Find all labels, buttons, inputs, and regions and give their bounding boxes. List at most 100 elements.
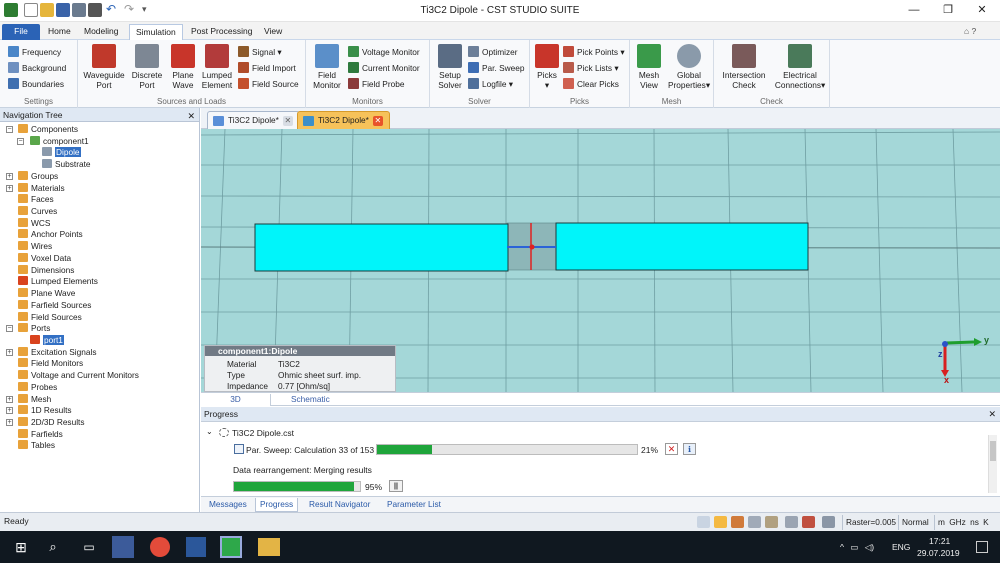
tree-item-dimensions[interactable]: Dimensions	[18, 264, 74, 277]
tray-icons[interactable]: ^ ▭ ◁)	[840, 542, 874, 553]
tree-item-excitation-signals[interactable]: Excitation Signals	[18, 346, 97, 359]
boundaries-button[interactable]: Boundaries	[8, 77, 64, 91]
cube-icon[interactable]	[822, 516, 835, 528]
pick-lists-button[interactable]: Pick Lists ▾	[563, 61, 619, 75]
signal-button[interactable]: Signal ▾	[238, 45, 282, 59]
expand-icon[interactable]: −	[6, 325, 13, 333]
field-source-button[interactable]: Field Source	[238, 77, 299, 91]
tree-item-2d3d-results[interactable]: 2D/3D Results	[18, 417, 85, 429]
expand-icon[interactable]: −	[6, 126, 13, 133]
tab-messages[interactable]: Messages	[205, 498, 251, 512]
save-app-icon[interactable]	[112, 536, 134, 558]
tab-view[interactable]: View	[258, 24, 288, 40]
notifications-icon[interactable]	[976, 541, 988, 553]
tree-item-farfield-sources[interactable]: Farfield Sources	[18, 299, 91, 312]
tree-item-farfields[interactable]: Farfields	[18, 428, 63, 441]
tray-date[interactable]: 29.07.2019	[917, 548, 960, 558]
picks-button[interactable]: Picks ▾	[534, 44, 560, 90]
tree-item-voxel-data[interactable]: Voxel Data	[18, 252, 71, 265]
scrollbar-thumb[interactable]	[990, 441, 996, 461]
tree-item-dipole[interactable]: Dipole	[42, 147, 81, 159]
windows-start-icon[interactable]: ⊞	[8, 535, 34, 559]
tree-item-field-monitors[interactable]: Field Monitors	[18, 358, 83, 370]
tree-item-groups[interactable]: Groups	[18, 170, 58, 183]
field-import-button[interactable]: Field Import	[238, 61, 296, 75]
tree-item-component1[interactable]: component1	[30, 135, 89, 148]
discrete-port-button[interactable]: Discrete Port	[128, 44, 166, 90]
tree-item-curves[interactable]: Curves	[18, 206, 57, 218]
tree-item-anchor-points[interactable]: Anchor Points	[18, 229, 83, 241]
optimizer-button[interactable]: Optimizer	[468, 45, 518, 59]
file-explorer-icon[interactable]	[258, 538, 280, 556]
tab-3d[interactable]: 3D	[201, 394, 271, 406]
setup-solver-button[interactable]: Setup Solver	[434, 44, 466, 90]
mesh-view-button[interactable]: Mesh View	[634, 44, 664, 90]
tray-language[interactable]: ENG	[892, 542, 910, 552]
tree-item-probes[interactable]: Probes	[18, 381, 57, 394]
close-icon[interactable]: ✕	[988, 407, 996, 422]
tab-modeling[interactable]: Modeling	[78, 24, 125, 40]
background-button[interactable]: Background	[8, 61, 66, 75]
abort-icon[interactable]: ✕	[665, 443, 678, 455]
pick-points-button[interactable]: Pick Points ▾	[563, 45, 625, 59]
logfile-button[interactable]: Logfile ▾	[468, 77, 513, 91]
field-probe-button[interactable]: Field Probe	[348, 77, 404, 91]
waveguide-port-button[interactable]: Waveguide Port	[82, 44, 126, 90]
close-icon[interactable]: ✕	[187, 109, 195, 123]
tree-item-1d-results[interactable]: 1D Results	[18, 405, 72, 417]
doc-tab-1[interactable]: Ti3C2 Dipole* ✕	[207, 111, 300, 129]
expand-icon[interactable]: −	[17, 137, 24, 145]
lumped-element-button[interactable]: Lumped Element	[199, 44, 235, 90]
cst-app-icon[interactable]	[220, 536, 242, 558]
close-icon[interactable]: ✕	[372, 116, 383, 126]
clear-picks-button[interactable]: Clear Picks	[563, 77, 619, 91]
field-monitor-button[interactable]: Field Monitor	[310, 44, 344, 90]
tray-time[interactable]: 17:21	[929, 536, 950, 546]
tab-result-navigator[interactable]: Result Navigator	[305, 498, 374, 512]
tab-schematic[interactable]: Schematic	[291, 394, 330, 406]
expand-icon[interactable]: +	[6, 407, 13, 415]
tree-item-ports[interactable]: Ports	[18, 323, 50, 335]
global-properties-button[interactable]: Global Properties▾	[666, 44, 712, 90]
restore-button[interactable]: ❐	[938, 2, 958, 18]
search-icon[interactable]: ⌕	[40, 535, 66, 559]
pan-icon[interactable]	[785, 516, 798, 528]
info-icon[interactable]: ℹ	[683, 443, 696, 455]
rotate-icon[interactable]	[765, 516, 778, 528]
tree-item-plane-wave[interactable]: Plane Wave	[18, 288, 75, 300]
view-icon[interactable]	[731, 516, 744, 528]
tab-file[interactable]: File	[2, 24, 40, 40]
expand-icon[interactable]: +	[6, 395, 13, 403]
expand-icon[interactable]: +	[6, 419, 13, 426]
word-icon[interactable]	[186, 537, 206, 557]
zoom-fit-icon[interactable]	[748, 516, 761, 528]
chrome-icon[interactable]	[150, 537, 170, 557]
select-icon[interactable]	[714, 516, 727, 528]
intersection-check-button[interactable]: Intersection Check	[718, 44, 770, 90]
tab-post-processing[interactable]: Post Processing	[185, 24, 258, 40]
help-icon[interactable]: ⌂ ?	[958, 24, 982, 40]
collapse-chevron-icon[interactable]: ⌄	[206, 427, 213, 436]
tree-item-lumped-elements[interactable]: Lumped Elements	[18, 276, 98, 288]
current-monitor-button[interactable]: Current Monitor	[348, 61, 420, 75]
close-icon[interactable]: ✕	[282, 116, 293, 126]
3d-viewport[interactable]: y z x component1:Dipole Material Ti3C2 T…	[201, 129, 1000, 392]
tab-progress[interactable]: Progress	[255, 498, 299, 512]
minimize-button[interactable]: —	[904, 2, 924, 18]
electrical-connections-button[interactable]: Electrical Connections▾	[772, 44, 828, 90]
tree-item-wcs[interactable]: WCS	[18, 217, 50, 230]
frequency-button[interactable]: Frequency	[8, 45, 61, 59]
voltage-monitor-button[interactable]: Voltage Monitor	[348, 45, 420, 59]
tree-item-faces[interactable]: Faces	[18, 194, 54, 206]
pause-icon[interactable]: ||	[389, 480, 403, 492]
tree-item-components[interactable]: Components	[18, 124, 78, 136]
tree-item-port1[interactable]: port1	[30, 334, 64, 347]
tree-item-wires[interactable]: Wires	[18, 241, 52, 253]
expand-icon[interactable]: +	[6, 172, 13, 180]
close-button[interactable]: ✕	[972, 2, 992, 18]
tree-item-mesh[interactable]: Mesh	[18, 393, 51, 406]
zoom-icon[interactable]	[697, 516, 710, 528]
progress-scrollbar[interactable]	[988, 435, 997, 493]
expand-icon[interactable]: +	[6, 348, 13, 356]
tab-parameter-list[interactable]: Parameter List	[383, 498, 445, 512]
